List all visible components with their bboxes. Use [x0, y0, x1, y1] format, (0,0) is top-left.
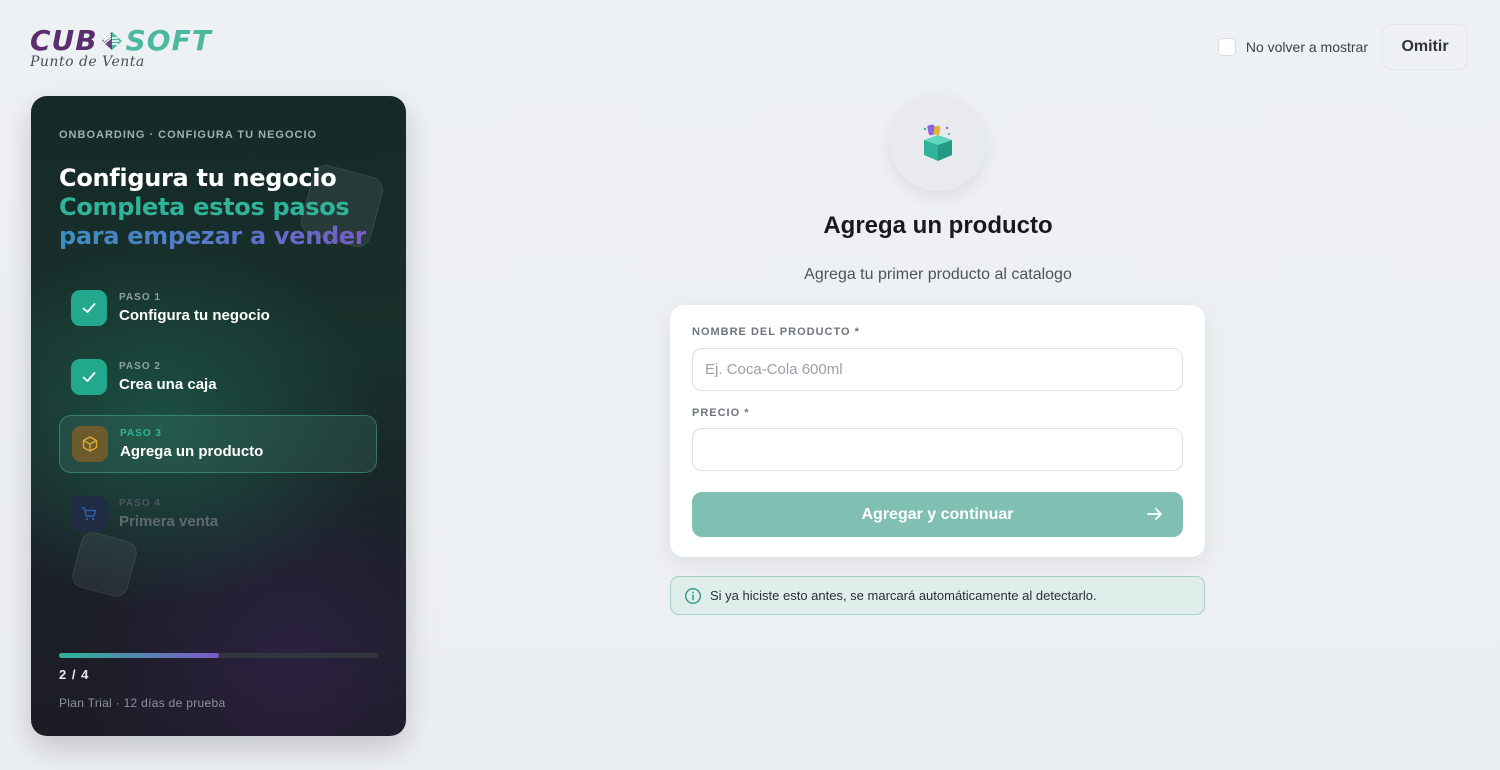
onboarding-title: Configura tu negocio Completa estos paso… — [59, 164, 367, 251]
add-and-continue-button[interactable]: Agregar y continuar — [692, 492, 1183, 537]
brand-logo: CUB SOFT Punto de Venta — [30, 24, 212, 71]
product-form-card: NOMBRE DEL PRODUCTO * PRECIO * Agregar y… — [670, 305, 1205, 557]
plan-info: Plan Trial · 12 días de prueba — [59, 696, 226, 710]
step-kicker: PASO 1 — [119, 292, 161, 303]
onboarding-eyebrow: ONBOARDING · CONFIGURA TU NEGOCIO — [59, 129, 318, 141]
product-name-input[interactable] — [692, 348, 1183, 391]
product-name-label: NOMBRE DEL PRODUCTO * — [692, 326, 860, 338]
onboarding-panel: ONBOARDING · CONFIGURA TU NEGOCIO Config… — [31, 96, 406, 736]
step-label: Configura tu negocio — [119, 307, 270, 324]
step-label: Primera venta — [119, 513, 219, 530]
dont-show-again-checkbox[interactable] — [1217, 38, 1236, 56]
info-note-text: Si ya hiciste esto antes, se marcará aut… — [710, 588, 1097, 603]
add-and-continue-label: Agregar y continuar — [861, 505, 1014, 523]
info-note: Si ya hiciste esto antes, se marcará aut… — [670, 576, 1205, 615]
brand-name-right: SOFT — [125, 24, 212, 57]
step-label: Agrega un producto — [120, 443, 264, 460]
step-2[interactable]: PASO 2 Crea una caja — [59, 348, 377, 406]
step-kicker: PASO 4 — [119, 498, 161, 509]
product-box-icon — [890, 95, 986, 191]
price-input[interactable] — [692, 428, 1183, 471]
page-title: Agrega un producto — [823, 212, 1053, 239]
cart-icon — [71, 496, 107, 532]
check-icon — [71, 290, 107, 326]
onboarding-title-line2: Completa estos pasos — [59, 193, 350, 221]
brand-name-left: CUB — [30, 24, 98, 57]
step-4[interactable]: PASO 4 Primera venta — [59, 485, 377, 543]
step-1[interactable]: PASO 1 Configura tu negocio — [59, 279, 377, 337]
progress-bar — [59, 653, 378, 658]
check-icon — [71, 359, 107, 395]
arrow-right-icon — [1145, 504, 1165, 529]
skip-button[interactable]: Omitir — [1382, 24, 1468, 70]
step-3[interactable]: PASO 3 Agrega un producto — [59, 415, 377, 473]
progress-count: 2 / 4 — [59, 667, 90, 682]
step-kicker: PASO 2 — [119, 361, 161, 372]
dont-show-again-option[interactable]: No volver a mostrar — [1217, 38, 1368, 56]
step-kicker: PASO 3 — [120, 428, 162, 439]
logo-mark-icon — [99, 29, 125, 53]
progress-bar-fill — [59, 653, 219, 658]
page-subtitle: Agrega tu primer producto al catalogo — [804, 266, 1072, 283]
onboarding-title-line3: para empezar a vender — [59, 222, 367, 250]
onboarding-title-line1: Configura tu negocio — [59, 164, 337, 192]
info-icon — [684, 587, 702, 605]
price-label: PRECIO * — [692, 407, 750, 419]
top-actions: No volver a mostrar Omitir — [1217, 24, 1468, 70]
step-label: Crea una caja — [119, 376, 217, 393]
box-icon — [72, 426, 108, 462]
dont-show-again-label: No volver a mostrar — [1245, 39, 1368, 55]
